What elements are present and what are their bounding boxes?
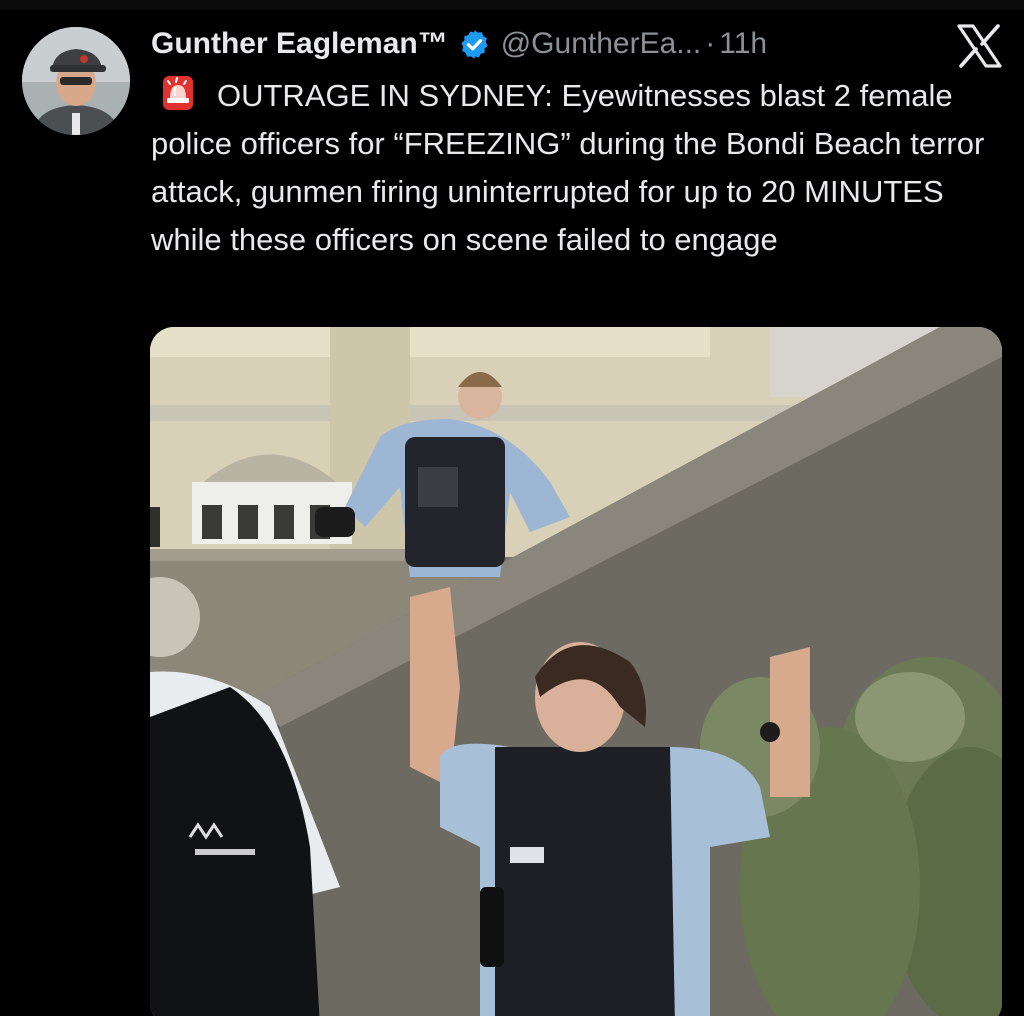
author-display-name[interactable]: Gunther Eagleman™ bbox=[151, 27, 448, 61]
verified-badge-icon bbox=[458, 28, 491, 61]
police-siren-icon bbox=[159, 75, 199, 111]
tweet-body-text: OUTRAGE IN SYDNEY: Eyewitnesses blast 2 … bbox=[151, 78, 985, 257]
tweet-photo[interactable] bbox=[150, 327, 1002, 1016]
tweet-timestamp[interactable]: 11h bbox=[719, 27, 767, 61]
avatar-image bbox=[22, 27, 130, 135]
top-divider bbox=[0, 0, 1024, 10]
author-avatar[interactable] bbox=[22, 27, 130, 135]
tweet-text: OUTRAGE IN SYDNEY: Eyewitnesses blast 2 … bbox=[151, 72, 1001, 264]
tweet-header: Gunther Eagleman™ @GuntherEa... · 11h bbox=[151, 22, 767, 66]
attached-photo bbox=[150, 327, 1002, 1016]
meta-separator: · bbox=[705, 27, 716, 60]
x-logo-icon[interactable] bbox=[956, 24, 1002, 68]
author-handle[interactable]: @GuntherEa... bbox=[501, 27, 702, 61]
tweet-card[interactable]: Gunther Eagleman™ @GuntherEa... · 11h OU… bbox=[0, 0, 1024, 1016]
